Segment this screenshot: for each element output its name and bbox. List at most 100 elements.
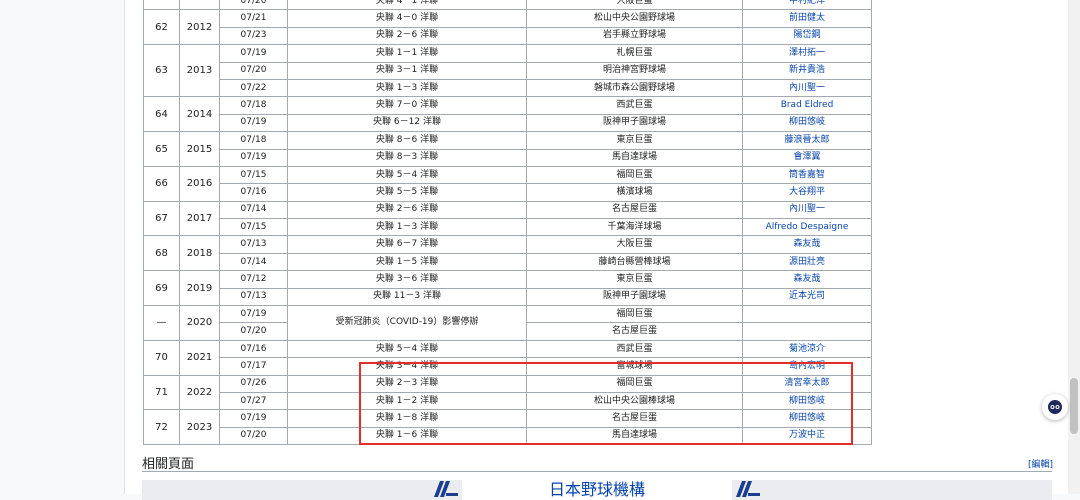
- venue-cell: 橫濱球場: [526, 183, 743, 202]
- date-cell: 07/22: [219, 78, 288, 98]
- mvp-cell[interactable]: Brad Eldred: [742, 96, 872, 115]
- venue-cell: 西武巨蛋: [526, 96, 743, 115]
- year-cell: 2012: [179, 9, 220, 46]
- mvp-cell[interactable]: 會澤翼: [742, 148, 872, 167]
- mvp-cell[interactable]: 前田健太: [742, 9, 872, 28]
- date-cell: 07/19: [219, 113, 288, 133]
- score-cell: 央聯 1－8 洋聯: [287, 409, 527, 428]
- assistant-bot-icon: [1048, 400, 1062, 414]
- mvp-cell[interactable]: 森友哉: [742, 235, 872, 254]
- date-cell: 07/13: [219, 287, 288, 307]
- mvp-cell[interactable]: Alfredo Despaigne: [742, 218, 872, 237]
- table-row: 70 2021 07/16 央聯 5－4 洋聯 西武巨蛋 菊池涼介: [143, 339, 872, 376]
- date-cell: 07/26: [219, 374, 288, 393]
- mvp-cell[interactable]: 大谷翔平: [742, 183, 872, 202]
- navbox-title[interactable]: 日本野球機構: [462, 480, 732, 500]
- game-number-cell: 68: [143, 235, 180, 272]
- game-number-cell: 66: [143, 165, 180, 202]
- game-number-cell: 63: [143, 44, 180, 98]
- article-content: 07/20 央聯 4－1 洋聯 大阪巨蛋 中村紀洋 62 2012 07/21 央聯 4－0 …: [124, 0, 1068, 494]
- edit-section-link[interactable]: [編輯]: [1028, 457, 1053, 470]
- table-row: 62 2012 07/21 央聯 4－0 洋聯 松山中央公園野球場 前田健太: [143, 9, 872, 46]
- mvp-cell: [742, 305, 872, 324]
- date-cell: 07/18: [219, 96, 288, 115]
- mvp-cell[interactable]: 柳田悠岐: [742, 409, 872, 428]
- mvp-cell[interactable]: 澤村拓一: [742, 44, 872, 63]
- venue-cell: 藤崎台縣營棒球場: [526, 252, 743, 272]
- date-cell: 07/19: [219, 305, 288, 324]
- year-cell: 2016: [179, 165, 220, 202]
- table-row: 07/23 央聯 2－6 洋聯 岩手縣立野球場 陽岱鋼: [144, 26, 872, 46]
- score-cell: 央聯 5－4 洋聯: [287, 339, 527, 359]
- mvp-cell[interactable]: 新井貴浩: [742, 61, 872, 80]
- year-cell: 2015: [179, 131, 220, 167]
- year-cell: 2014: [179, 96, 220, 133]
- mvp-cell[interactable]: 筒香嘉智: [742, 165, 872, 185]
- venue-cell: 明治神宮野球場: [526, 61, 743, 80]
- year-cell: [179, 0, 220, 11]
- year-cell: 2013: [179, 44, 220, 98]
- date-cell: 07/14: [219, 200, 288, 220]
- date-cell: 07/16: [219, 339, 288, 359]
- venue-cell: 大阪巨蛋: [526, 235, 743, 254]
- venue-cell: 名古屋巨蛋: [526, 200, 743, 220]
- score-cell: 央聯 8－6 洋聯: [287, 131, 527, 150]
- mvp-cell[interactable]: 源田壯亮: [742, 252, 872, 272]
- date-cell: 07/20: [219, 61, 288, 80]
- mvp-cell[interactable]: 万波中正: [742, 426, 872, 446]
- table-row: 68 2018 07/13 央聯 6－7 洋聯 大阪巨蛋 森友哉: [143, 235, 872, 272]
- venue-cell: 岩手縣立野球場: [526, 26, 743, 46]
- table-row: 69 2019 07/12 央聯 3－6 洋聯 東京巨蛋 森友哉: [143, 270, 872, 307]
- score-cell: 央聯 4－1 洋聯: [287, 0, 527, 11]
- mvp-cell[interactable]: 森友哉: [742, 270, 872, 289]
- mvp-cell[interactable]: 菊池涼介: [742, 339, 872, 359]
- date-cell: 07/16: [219, 183, 288, 202]
- related-pages-heading: 相關頁面: [142, 457, 195, 472]
- scrollbar-thumb[interactable]: [1070, 378, 1078, 434]
- table-row: 07/17 央聯 3－4 洋聯 富城球場 島內宏明: [144, 357, 872, 376]
- venue-cell: 札幌巨蛋: [526, 44, 743, 63]
- date-cell: 07/17: [219, 357, 288, 376]
- venue-cell: 松山中央公園野球場: [526, 9, 743, 28]
- npb-logo-icon: [434, 481, 458, 497]
- mvp-cell[interactable]: 清宮幸太郎: [742, 374, 872, 393]
- mvp-cell[interactable]: 柳田悠岐: [742, 391, 872, 411]
- table-row: —2020 07/19 受新冠肺炎（COVID-19）影響停辦 福岡巨蛋: [143, 305, 872, 341]
- date-cell: 07/20: [219, 0, 288, 11]
- mvp-cell[interactable]: 陽岱鋼: [742, 26, 872, 46]
- venue-cell: 磐城市森公園野球場: [526, 78, 743, 98]
- venue-cell: 馬自達球場: [526, 148, 743, 167]
- score-cell: 央聯 2－6 洋聯: [287, 200, 527, 220]
- table-row: 07/15 央聯 1－3 洋聯 千葉海洋球場 Alfredo Despaigne: [144, 218, 872, 237]
- year-cell: 2023: [179, 409, 220, 446]
- venue-cell: 福岡巨蛋: [526, 165, 743, 185]
- date-cell: 07/19: [219, 409, 288, 428]
- game-number-cell: —: [143, 305, 180, 341]
- section-divider: [142, 471, 1052, 472]
- score-cell: 央聯 2－3 洋聯: [287, 374, 527, 393]
- mvp-cell[interactable]: 柳田悠岐: [742, 113, 872, 133]
- game-number-cell: 65: [143, 131, 180, 167]
- table-body: 07/20 央聯 4－1 洋聯 大阪巨蛋 中村紀洋 62 2012 07/21 央聯 4－0 …: [143, 0, 872, 446]
- date-cell: 07/15: [219, 165, 288, 185]
- table-row: 65 2015 07/18 央聯 8－6 洋聯 東京巨蛋 藤浪晉太郎: [143, 131, 872, 167]
- mvp-cell[interactable]: 島內宏明: [742, 357, 872, 376]
- mvp-cell[interactable]: 中村紀洋: [742, 0, 872, 11]
- mvp-cell[interactable]: 內川聖一: [742, 78, 872, 98]
- mvp-cell[interactable]: 藤浪晉太郎: [742, 131, 872, 150]
- assistant-bot-button[interactable]: [1042, 394, 1068, 420]
- table-row: 07/19 央聯 8－3 洋聯 馬自達球場 會澤翼: [144, 148, 872, 167]
- venue-cell: 名古屋巨蛋: [526, 409, 743, 428]
- table-row: 07/19 央聯 6－12 洋聯 阪神甲子園球場 柳田悠岐: [144, 113, 872, 133]
- mvp-cell[interactable]: 內川聖一: [742, 200, 872, 220]
- score-cell: 央聯 3－6 洋聯: [287, 270, 527, 289]
- venue-cell: 阪神甲子園球場: [526, 113, 743, 133]
- table-row: 07/20 央聯 1－6 洋聯 馬自達球場 万波中正: [144, 426, 872, 446]
- game-number-cell: 72: [143, 409, 180, 446]
- table-row: 07/22 央聯 1－3 洋聯 磐城市森公園野球場 內川聖一: [144, 78, 872, 98]
- mvp-cell[interactable]: 近本光司: [742, 287, 872, 307]
- game-number-cell: 69: [143, 270, 180, 307]
- table-row: 07/13 央聯 11－3 洋聯 阪神甲子園球場 近本光司: [144, 287, 872, 307]
- year-cell: 2020: [179, 305, 220, 341]
- score-cell: 央聯 1－1 洋聯: [287, 44, 527, 63]
